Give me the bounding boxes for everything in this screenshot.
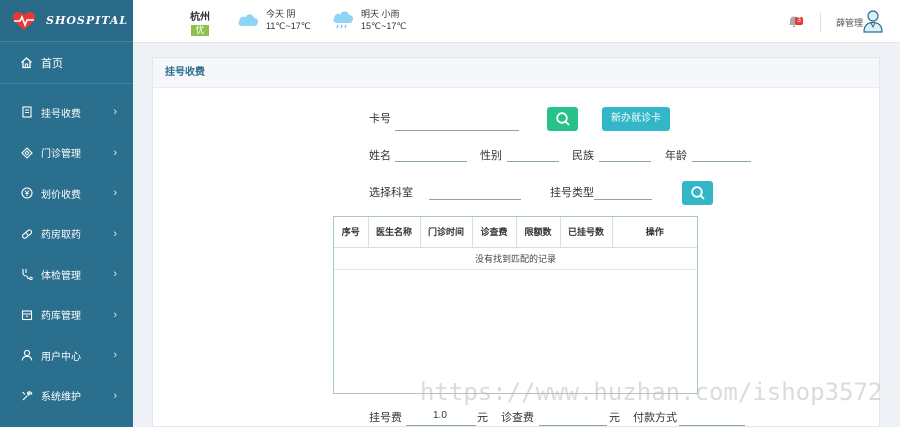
exam-fee-label: 诊查费 xyxy=(501,412,534,424)
weather-tomorrow: 明天 小雨 15℃~17℃ xyxy=(331,8,407,32)
age-label: 年龄 xyxy=(665,150,687,162)
city-widget: 杭州 优 xyxy=(190,8,210,36)
yen-coin-icon xyxy=(20,187,33,200)
weather-tomorrow-desc: 明天 小雨 xyxy=(361,9,400,19)
search-icon xyxy=(555,112,570,126)
yuan-label: 元 xyxy=(477,412,488,424)
chevron-right-icon: › xyxy=(113,268,117,281)
sidebar-item-label: 用户中心 xyxy=(41,351,81,363)
column-header[interactable]: 限额数 xyxy=(516,217,561,248)
sidebar-item-home[interactable]: 首页 xyxy=(0,42,133,84)
wrench-icon xyxy=(20,389,33,402)
department-label: 选择科室 xyxy=(369,187,413,199)
card-number-label: 卡号 xyxy=(369,113,391,125)
yuan-label: 元 xyxy=(609,412,620,424)
column-header[interactable]: 诊查费 xyxy=(472,217,517,248)
chevron-right-icon: › xyxy=(113,389,117,402)
registration-fee-label: 挂号费 xyxy=(369,412,402,424)
sidebar-item-label: 门诊管理 xyxy=(41,149,81,161)
aqi-badge: 优 xyxy=(191,25,209,36)
sidebar-item-physical-exam[interactable]: 体检管理 › xyxy=(0,254,133,295)
register-icon xyxy=(20,106,33,119)
department-select[interactable] xyxy=(429,199,521,200)
sidebar-item-pricing[interactable]: 划价收费 › xyxy=(0,173,133,214)
column-header[interactable]: 序号 xyxy=(334,217,369,248)
ethnicity-input[interactable] xyxy=(599,161,651,162)
table-header-row: 序号 医生名称 门诊时间 诊查费 限额数 已挂号数 操作 xyxy=(334,217,697,248)
chevron-right-icon: › xyxy=(113,187,117,200)
registration-type-select[interactable] xyxy=(594,199,652,200)
name-input[interactable] xyxy=(395,161,467,162)
age-input[interactable] xyxy=(692,161,751,162)
chevron-right-icon: › xyxy=(113,106,117,119)
user-icon xyxy=(20,349,33,362)
registration-panel: 挂号收费 卡号 新办就诊卡 姓名 性别 民族 年龄 选择科室 挂号类型 序号 医… xyxy=(152,57,880,427)
brand-name: SHOSPITAL xyxy=(46,14,129,27)
new-card-button[interactable]: 新办就诊卡 xyxy=(602,107,670,131)
watermark: https://www.huzhan.com/ishop3572 xyxy=(420,378,883,406)
weather-tomorrow-temp: 15℃~17℃ xyxy=(361,21,407,31)
column-header[interactable]: 操作 xyxy=(612,217,697,248)
column-header[interactable]: 门诊时间 xyxy=(420,217,473,248)
chevron-right-icon: › xyxy=(113,227,117,240)
cloud-icon xyxy=(238,14,259,26)
sidebar-item-label: 药库管理 xyxy=(41,311,81,323)
gender-input[interactable] xyxy=(507,161,559,162)
weather-today: 今天 阴 11℃~17℃ xyxy=(236,8,311,32)
name-label: 姓名 xyxy=(369,150,391,162)
sidebar-item-system[interactable]: 系统维护 › xyxy=(0,376,133,417)
username[interactable]: 薛管理 xyxy=(836,16,863,29)
sidebar-item-registration[interactable]: 挂号收费 › xyxy=(0,92,133,133)
doctor-schedule-table: 序号 医生名称 门诊时间 诊查费 限额数 已挂号数 操作 没有找到匹配的记录 xyxy=(333,216,698,394)
exam-fee-input[interactable] xyxy=(539,425,607,426)
ethnicity-label: 民族 xyxy=(572,150,594,162)
notification-badge: 3 xyxy=(795,17,803,25)
diamond-icon xyxy=(20,146,33,159)
payment-method-select[interactable] xyxy=(679,425,745,426)
registration-fee-input[interactable] xyxy=(406,425,476,426)
sidebar-item-outpatient[interactable]: 门诊管理 › xyxy=(0,133,133,174)
sidebar-item-label: 药房取药 xyxy=(41,230,81,242)
department-search-button[interactable] xyxy=(682,181,713,205)
brand: SHOSPITAL xyxy=(0,0,133,42)
card-number-input[interactable] xyxy=(395,130,519,131)
card-search-button[interactable] xyxy=(547,107,578,131)
sidebar: SHOSPITAL 首页 挂号收费 › 门诊管理 › 划价收费 › 药房取药 ›… xyxy=(0,0,133,427)
table-row: 没有找到匹配的记录 xyxy=(334,247,697,270)
sidebar-item-label: 首页 xyxy=(41,57,63,70)
sidebar-item-label: 系统维护 xyxy=(41,392,81,404)
heart-pulse-logo-icon xyxy=(13,11,35,30)
sidebar-item-drug-storage[interactable]: 药库管理 › xyxy=(0,295,133,336)
sidebar-item-label: 体检管理 xyxy=(41,270,81,282)
sidebar-item-label: 划价收费 xyxy=(41,189,81,201)
column-header[interactable]: 已挂号数 xyxy=(560,217,613,248)
cloud-rain-icon xyxy=(333,11,354,29)
storage-icon xyxy=(20,308,33,321)
sidebar-item-user-center[interactable]: 用户中心 › xyxy=(0,335,133,376)
chevron-right-icon: › xyxy=(113,308,117,321)
registration-type-label: 挂号类型 xyxy=(550,187,594,199)
sidebar-item-pharmacy[interactable]: 药房取药 › xyxy=(0,214,133,255)
topbar: 杭州 优 今天 阴 11℃~17℃ 明天 小雨 15℃~17℃ 3 薛管理 xyxy=(133,0,900,43)
empty-message: 没有找到匹配的记录 xyxy=(334,247,697,270)
stethoscope-icon xyxy=(20,268,33,281)
city-name: 杭州 xyxy=(190,12,210,23)
column-header[interactable]: 医生名称 xyxy=(368,217,421,248)
chevron-right-icon: › xyxy=(113,146,117,159)
avatar[interactable] xyxy=(862,9,884,33)
home-icon xyxy=(20,56,33,69)
sidebar-item-label: 挂号收费 xyxy=(41,108,81,120)
weather-today-desc: 今天 阴 xyxy=(266,9,296,19)
registration-fee-value: 1.0 xyxy=(433,410,447,421)
divider xyxy=(820,12,821,32)
weather-today-temp: 11℃~17℃ xyxy=(266,21,311,31)
chevron-right-icon: › xyxy=(113,349,117,362)
gender-label: 性别 xyxy=(480,150,502,162)
payment-method-label: 付款方式 xyxy=(633,412,677,424)
panel-title: 挂号收费 xyxy=(153,58,879,88)
pill-icon xyxy=(20,227,33,240)
search-icon xyxy=(690,186,705,200)
